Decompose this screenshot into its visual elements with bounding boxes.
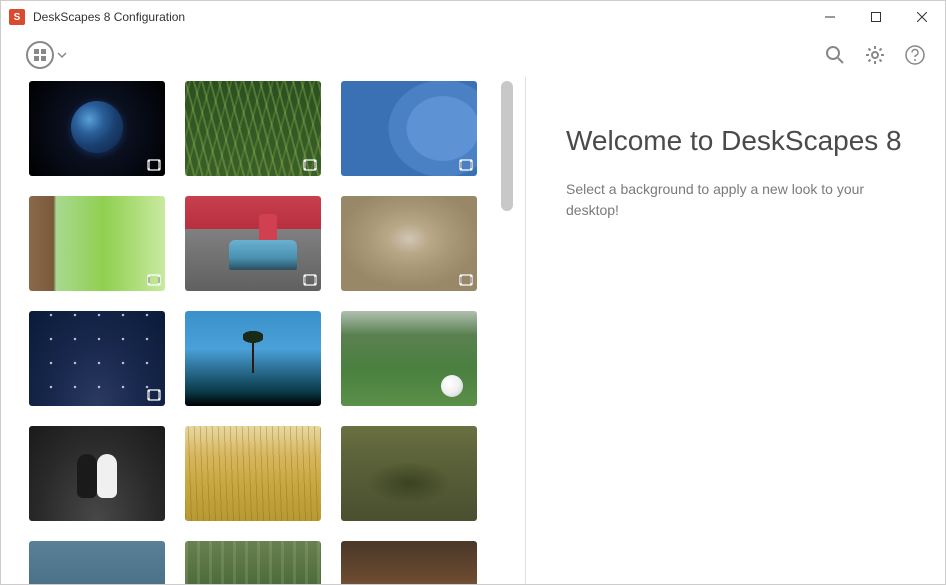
app-icon: S: [9, 9, 25, 25]
gallery-thumb-forest-floor[interactable]: [341, 426, 477, 521]
film-icon: [147, 273, 161, 287]
film-icon: [303, 158, 317, 172]
gallery-thumb-classic-car[interactable]: [185, 196, 321, 291]
titlebar: S DeskScapes 8 Configuration: [1, 1, 945, 33]
film-icon: [147, 388, 161, 402]
gallery-thumb-night-stars[interactable]: [29, 311, 165, 406]
film-icon: [147, 158, 161, 172]
close-icon: [917, 12, 927, 22]
welcome-pane: Welcome to DeskScapes 8 Select a backgro…: [526, 77, 945, 584]
gallery-thumb-wheat-field[interactable]: [185, 426, 321, 521]
search-icon: [825, 45, 845, 65]
gallery-thumb-cats[interactable]: [29, 426, 165, 521]
gallery-thumb-sunset-dark[interactable]: [341, 541, 477, 584]
gallery-grid: [29, 81, 521, 584]
gallery-scroll: [29, 81, 521, 584]
view-tiles-icon: [25, 40, 55, 70]
minimize-icon: [825, 12, 835, 22]
window-controls: [807, 1, 945, 33]
chevron-down-icon: [57, 50, 67, 60]
film-icon: [459, 158, 473, 172]
close-button[interactable]: [899, 1, 945, 33]
view-mode-button[interactable]: [25, 40, 67, 70]
gallery-thumb-green-forest[interactable]: [185, 541, 321, 584]
gallery-thumb-earth[interactable]: [29, 81, 165, 176]
settings-button[interactable]: [861, 41, 889, 69]
gallery-thumb-misty-hills[interactable]: [29, 541, 165, 584]
welcome-title: Welcome to DeskScapes 8: [566, 125, 905, 157]
window-title: DeskScapes 8 Configuration: [33, 10, 807, 24]
gallery-thumb-blue-ripples[interactable]: [341, 81, 477, 176]
help-button[interactable]: [901, 41, 929, 69]
scrollbar-thumb[interactable]: [501, 81, 513, 211]
film-icon: [303, 273, 317, 287]
gear-icon: [865, 45, 885, 65]
maximize-button[interactable]: [853, 1, 899, 33]
content: Welcome to DeskScapes 8 Select a backgro…: [1, 77, 945, 584]
welcome-text: Select a background to apply a new look …: [566, 179, 886, 221]
minimize-button[interactable]: [807, 1, 853, 33]
gallery-thumb-golf-ball[interactable]: [341, 311, 477, 406]
toolbar: [1, 33, 945, 77]
gallery-thumb-bark-leaf[interactable]: [29, 196, 165, 291]
search-button[interactable]: [821, 41, 849, 69]
gallery-thumb-sand-ripple[interactable]: [341, 196, 477, 291]
film-icon: [459, 273, 473, 287]
app-icon-letter: S: [14, 12, 21, 23]
help-icon: [905, 45, 925, 65]
gallery-thumb-pine-needles[interactable]: [185, 81, 321, 176]
gallery-thumb-floating-tree[interactable]: [185, 311, 321, 406]
maximize-icon: [871, 12, 881, 22]
gallery-pane: [1, 77, 521, 584]
